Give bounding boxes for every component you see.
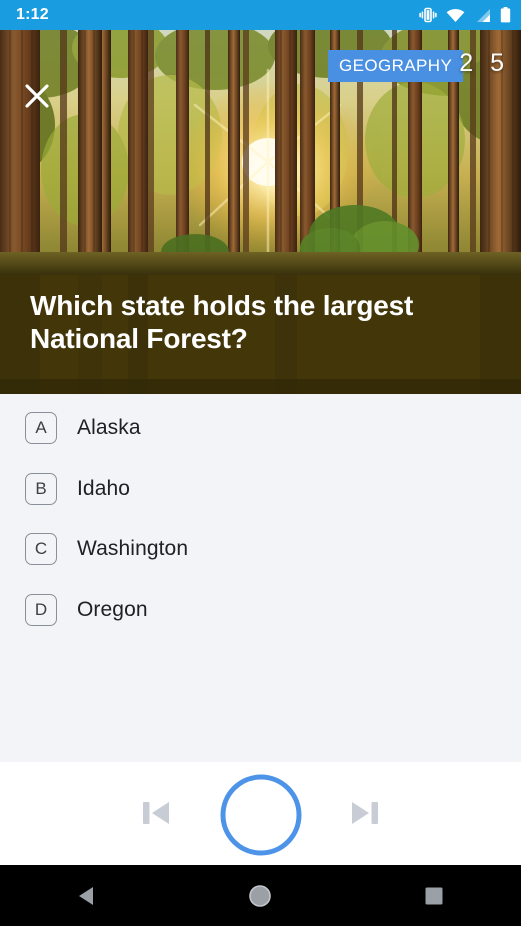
skip-previous-icon[interactable] bbox=[136, 793, 176, 833]
answer-list: A Alaska B Idaho C Washington D Oregon bbox=[0, 394, 521, 762]
answer-option-c[interactable]: C Washington bbox=[0, 525, 521, 573]
record-circle-icon[interactable] bbox=[220, 774, 302, 856]
status-clock: 1:12 bbox=[16, 6, 49, 23]
countdown-timer: 2 5 bbox=[459, 49, 509, 77]
close-icon[interactable] bbox=[22, 81, 52, 111]
back-triangle-icon[interactable] bbox=[57, 865, 117, 926]
status-icon-group bbox=[419, 7, 511, 23]
vibrate-icon bbox=[419, 7, 437, 23]
answer-option-label: Washington bbox=[77, 537, 189, 560]
player-controls bbox=[0, 762, 521, 865]
category-badge: GEOGRAPHY bbox=[328, 50, 464, 82]
battery-icon bbox=[500, 7, 511, 23]
answer-letter-badge: D bbox=[25, 594, 57, 626]
answer-option-label: Alaska bbox=[77, 416, 141, 439]
question-panel: Which state holds the largest National F… bbox=[0, 275, 521, 394]
recents-square-icon[interactable] bbox=[404, 865, 464, 926]
answer-option-label: Idaho bbox=[77, 477, 131, 500]
answer-letter-badge: B bbox=[25, 473, 57, 505]
question-text: Which state holds the largest National F… bbox=[30, 290, 414, 355]
android-navigation-bar bbox=[0, 865, 521, 926]
answer-letter-badge: C bbox=[25, 533, 57, 565]
answer-letter-badge: A bbox=[25, 412, 57, 444]
answer-option-label: Oregon bbox=[77, 598, 148, 621]
skip-next-icon[interactable] bbox=[345, 793, 385, 833]
home-circle-icon[interactable] bbox=[230, 865, 290, 926]
wifi-icon bbox=[446, 8, 465, 23]
status-bar: 1:12 bbox=[0, 0, 521, 30]
answer-option-a[interactable]: A Alaska bbox=[0, 404, 521, 452]
cellular-signal-icon bbox=[474, 8, 491, 23]
app-screen: 1:12 GEOGRAPHY 2 5 Which state holds the… bbox=[0, 0, 521, 926]
answer-option-d[interactable]: D Oregon bbox=[0, 586, 521, 634]
answer-option-b[interactable]: B Idaho bbox=[0, 465, 521, 513]
